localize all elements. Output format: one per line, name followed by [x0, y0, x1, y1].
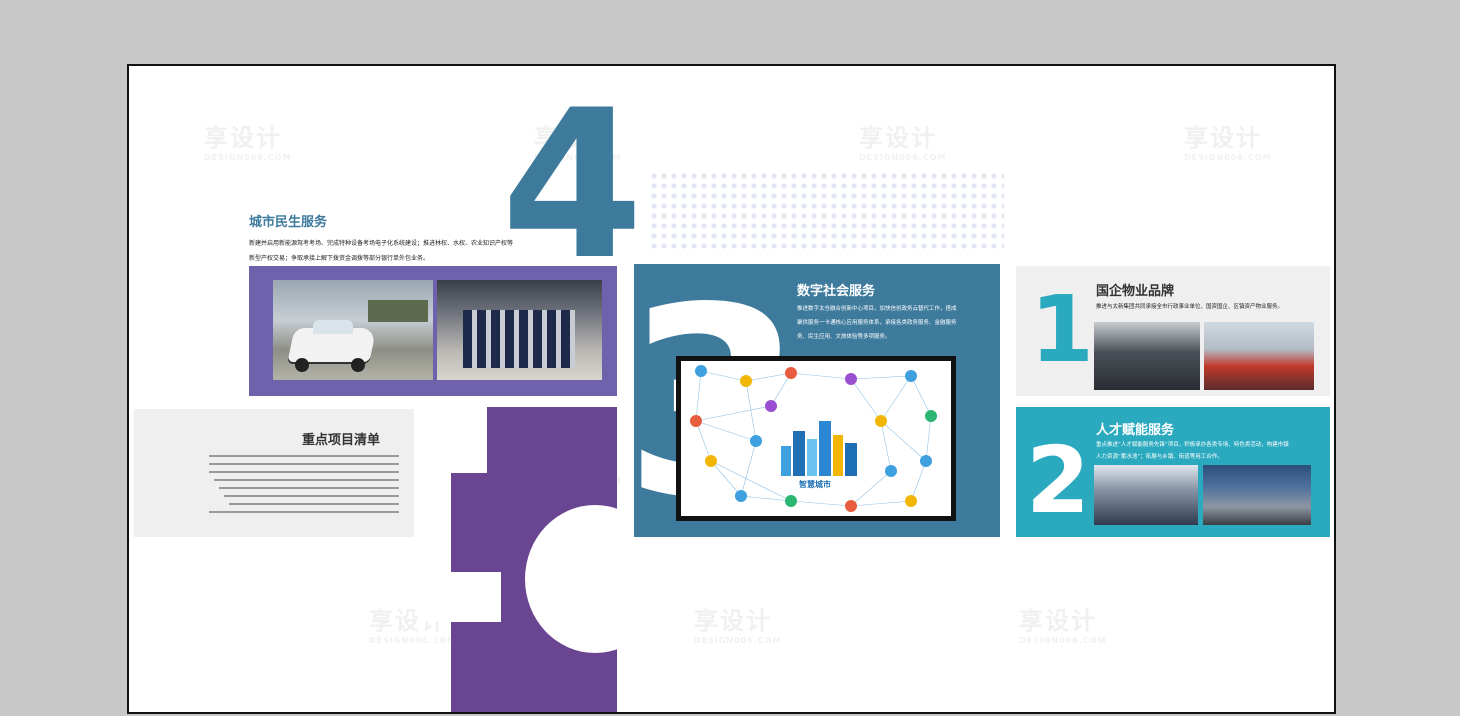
section-1-title: 国企物业品牌 — [1096, 284, 1175, 299]
job-fair-photo — [1094, 465, 1198, 525]
property-vehicles-photo — [1094, 322, 1200, 390]
section-4-description: 新建并启用新能源驾考考场、完成特种设备考场电子化系统建设；推进林权、水权、农业知… — [249, 240, 514, 262]
watermark: 享设计DESIGN006.COM — [694, 607, 782, 645]
section-5-number — [421, 407, 665, 712]
section-4-number: 4 — [501, 67, 644, 305]
property-team-photo — [1204, 322, 1314, 390]
section-4-title: 城市民生服务 — [249, 215, 328, 230]
watermark: 享设计DESIGN006.COM — [1184, 124, 1272, 162]
section-3-panel: 3 数字社会服务 推进数字太仓融合创新中心项目，加快信创政务云替代工作，搭成 聚… — [634, 264, 1000, 537]
exam-car-photo — [273, 280, 433, 380]
watermark: 享设计DESIGN006.COM — [127, 601, 128, 645]
watermark: 享设计DESIGN006.COM — [859, 124, 947, 162]
training-event-photo — [1203, 465, 1311, 525]
section-1-number: 1 — [1030, 276, 1095, 383]
section-5-title: 重点项目清单 — [302, 433, 381, 448]
section-2-description: 重点推进“人才赋能服务先锋”项目，积极承办各类专场、特色类活动，构建市镇 人力资… — [1096, 442, 1289, 460]
staff-group-photo — [437, 280, 602, 380]
section-2-title: 人才赋能服务 — [1096, 423, 1175, 438]
section-2-panel: 2 人才赋能服务 重点推进“人才赋能服务先锋”项目，积极承办各类专场、特色类活动… — [1016, 407, 1330, 537]
watermark: 享设计DESIGN006.COM — [1019, 607, 1107, 645]
display-board: 享设计 DESIGN006.COM 享设计 DESIGN006.COM 享设计 DES… — [127, 64, 1336, 714]
section-4-photo-panel — [249, 266, 617, 396]
section-5-panel: 重点项目清单 — [134, 409, 414, 537]
city-skyline-icon — [781, 421, 861, 476]
smart-city-label: 智慧城市 — [799, 480, 831, 489]
section-1-description: 推进与太新集团共同承接全市行政事业单位、国资国企、区镇资产物业服务。 — [1096, 304, 1284, 310]
section-1-panel: 1 国企物业品牌 推进与太新集团共同承接全市行政事业单位、国资国企、区镇资产物业… — [1016, 266, 1330, 396]
section-3-description: 推进数字太仓融合创新中心项目，加快信创政务云替代工作，搭成 聚供服务一卡通核心应… — [797, 306, 957, 340]
section-2-number: 2 — [1026, 427, 1091, 534]
section-3-title: 数字社会服务 — [797, 284, 876, 299]
smart-city-diagram: 智慧城市 — [676, 356, 956, 521]
dot-pattern — [649, 171, 1004, 251]
watermark: 享设计DESIGN006.COM — [204, 124, 292, 162]
watermark: 享设计DESIGN006.COM — [127, 281, 128, 325]
